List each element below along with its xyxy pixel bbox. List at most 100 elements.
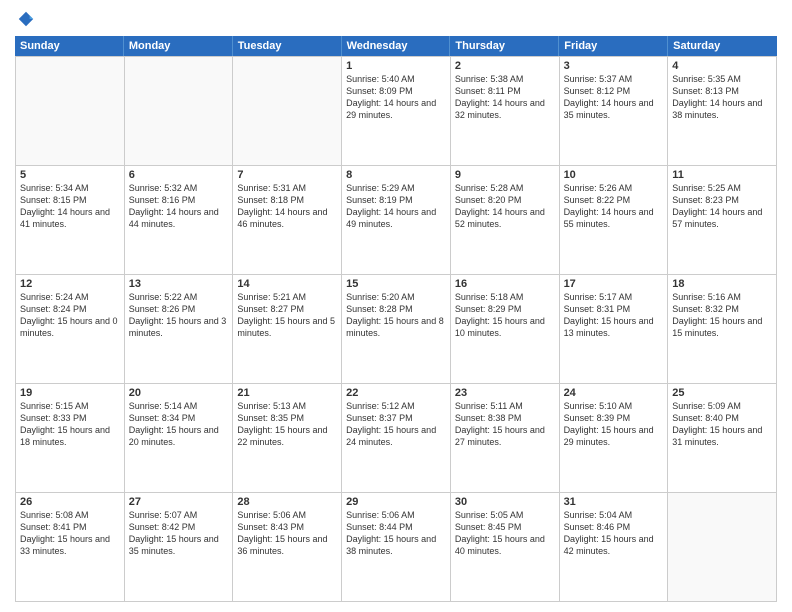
calendar: Sunday Monday Tuesday Wednesday Thursday… — [15, 36, 777, 602]
cell-text-5: Sunrise: 5:34 AMSunset: 8:15 PMDaylight:… — [20, 182, 120, 231]
cal-cell-2-5: 17Sunrise: 5:17 AMSunset: 8:31 PMDayligh… — [560, 275, 669, 384]
col-saturday: Saturday — [668, 36, 777, 56]
cell-text-25: Sunrise: 5:09 AMSunset: 8:40 PMDaylight:… — [672, 400, 772, 449]
day-number-20: 20 — [129, 387, 229, 399]
day-number-27: 27 — [129, 496, 229, 508]
cal-cell-1-2: 7Sunrise: 5:31 AMSunset: 8:18 PMDaylight… — [233, 166, 342, 275]
day-number-1: 1 — [346, 60, 446, 72]
day-number-9: 9 — [455, 169, 555, 181]
cell-text-12: Sunrise: 5:24 AMSunset: 8:24 PMDaylight:… — [20, 291, 120, 340]
cell-text-10: Sunrise: 5:26 AMSunset: 8:22 PMDaylight:… — [564, 182, 664, 231]
cell-text-7: Sunrise: 5:31 AMSunset: 8:18 PMDaylight:… — [237, 182, 337, 231]
cal-cell-2-3: 15Sunrise: 5:20 AMSunset: 8:28 PMDayligh… — [342, 275, 451, 384]
day-number-31: 31 — [564, 496, 664, 508]
cal-row-2: 12Sunrise: 5:24 AMSunset: 8:24 PMDayligh… — [16, 275, 777, 384]
cal-row-1: 5Sunrise: 5:34 AMSunset: 8:15 PMDaylight… — [16, 166, 777, 275]
day-number-7: 7 — [237, 169, 337, 181]
calendar-header: Sunday Monday Tuesday Wednesday Thursday… — [15, 36, 777, 56]
cell-text-9: Sunrise: 5:28 AMSunset: 8:20 PMDaylight:… — [455, 182, 555, 231]
cal-cell-2-1: 13Sunrise: 5:22 AMSunset: 8:26 PMDayligh… — [125, 275, 234, 384]
cal-row-3: 19Sunrise: 5:15 AMSunset: 8:33 PMDayligh… — [16, 384, 777, 493]
header — [15, 10, 777, 28]
cell-text-26: Sunrise: 5:08 AMSunset: 8:41 PMDaylight:… — [20, 509, 120, 558]
day-number-29: 29 — [346, 496, 446, 508]
cal-cell-1-1: 6Sunrise: 5:32 AMSunset: 8:16 PMDaylight… — [125, 166, 234, 275]
day-number-14: 14 — [237, 278, 337, 290]
day-number-26: 26 — [20, 496, 120, 508]
cell-text-23: Sunrise: 5:11 AMSunset: 8:38 PMDaylight:… — [455, 400, 555, 449]
day-number-8: 8 — [346, 169, 446, 181]
cell-text-2: Sunrise: 5:38 AMSunset: 8:11 PMDaylight:… — [455, 73, 555, 122]
day-number-24: 24 — [564, 387, 664, 399]
col-friday: Friday — [559, 36, 668, 56]
day-number-12: 12 — [20, 278, 120, 290]
col-thursday: Thursday — [450, 36, 559, 56]
cal-cell-2-2: 14Sunrise: 5:21 AMSunset: 8:27 PMDayligh… — [233, 275, 342, 384]
cal-cell-3-0: 19Sunrise: 5:15 AMSunset: 8:33 PMDayligh… — [16, 384, 125, 493]
cell-text-13: Sunrise: 5:22 AMSunset: 8:26 PMDaylight:… — [129, 291, 229, 340]
day-number-21: 21 — [237, 387, 337, 399]
cal-cell-1-6: 11Sunrise: 5:25 AMSunset: 8:23 PMDayligh… — [668, 166, 777, 275]
cal-cell-3-3: 22Sunrise: 5:12 AMSunset: 8:37 PMDayligh… — [342, 384, 451, 493]
col-wednesday: Wednesday — [342, 36, 451, 56]
day-number-22: 22 — [346, 387, 446, 399]
page: Sunday Monday Tuesday Wednesday Thursday… — [0, 0, 792, 612]
cell-text-30: Sunrise: 5:05 AMSunset: 8:45 PMDaylight:… — [455, 509, 555, 558]
calendar-body: 1Sunrise: 5:40 AMSunset: 8:09 PMDaylight… — [15, 56, 777, 602]
cal-cell-1-0: 5Sunrise: 5:34 AMSunset: 8:15 PMDaylight… — [16, 166, 125, 275]
cal-cell-1-4: 9Sunrise: 5:28 AMSunset: 8:20 PMDaylight… — [451, 166, 560, 275]
cal-cell-4-6 — [668, 493, 777, 602]
cell-text-20: Sunrise: 5:14 AMSunset: 8:34 PMDaylight:… — [129, 400, 229, 449]
cell-text-3: Sunrise: 5:37 AMSunset: 8:12 PMDaylight:… — [564, 73, 664, 122]
cell-text-18: Sunrise: 5:16 AMSunset: 8:32 PMDaylight:… — [672, 291, 772, 340]
col-tuesday: Tuesday — [233, 36, 342, 56]
cal-cell-4-0: 26Sunrise: 5:08 AMSunset: 8:41 PMDayligh… — [16, 493, 125, 602]
day-number-28: 28 — [237, 496, 337, 508]
cal-cell-3-4: 23Sunrise: 5:11 AMSunset: 8:38 PMDayligh… — [451, 384, 560, 493]
logo — [15, 10, 35, 28]
cal-cell-2-0: 12Sunrise: 5:24 AMSunset: 8:24 PMDayligh… — [16, 275, 125, 384]
cal-row-4: 26Sunrise: 5:08 AMSunset: 8:41 PMDayligh… — [16, 493, 777, 602]
col-sunday: Sunday — [15, 36, 124, 56]
cal-cell-0-5: 3Sunrise: 5:37 AMSunset: 8:12 PMDaylight… — [560, 57, 669, 166]
cal-cell-0-1 — [125, 57, 234, 166]
cell-text-14: Sunrise: 5:21 AMSunset: 8:27 PMDaylight:… — [237, 291, 337, 340]
cal-cell-4-4: 30Sunrise: 5:05 AMSunset: 8:45 PMDayligh… — [451, 493, 560, 602]
logo-icon — [17, 10, 35, 28]
cal-cell-0-3: 1Sunrise: 5:40 AMSunset: 8:09 PMDaylight… — [342, 57, 451, 166]
day-number-23: 23 — [455, 387, 555, 399]
col-monday: Monday — [124, 36, 233, 56]
cell-text-31: Sunrise: 5:04 AMSunset: 8:46 PMDaylight:… — [564, 509, 664, 558]
cell-text-4: Sunrise: 5:35 AMSunset: 8:13 PMDaylight:… — [672, 73, 772, 122]
day-number-30: 30 — [455, 496, 555, 508]
day-number-16: 16 — [455, 278, 555, 290]
cell-text-22: Sunrise: 5:12 AMSunset: 8:37 PMDaylight:… — [346, 400, 446, 449]
cal-cell-3-2: 21Sunrise: 5:13 AMSunset: 8:35 PMDayligh… — [233, 384, 342, 493]
cell-text-24: Sunrise: 5:10 AMSunset: 8:39 PMDaylight:… — [564, 400, 664, 449]
day-number-15: 15 — [346, 278, 446, 290]
cell-text-17: Sunrise: 5:17 AMSunset: 8:31 PMDaylight:… — [564, 291, 664, 340]
day-number-2: 2 — [455, 60, 555, 72]
cal-cell-2-6: 18Sunrise: 5:16 AMSunset: 8:32 PMDayligh… — [668, 275, 777, 384]
cell-text-15: Sunrise: 5:20 AMSunset: 8:28 PMDaylight:… — [346, 291, 446, 340]
cal-cell-3-1: 20Sunrise: 5:14 AMSunset: 8:34 PMDayligh… — [125, 384, 234, 493]
cell-text-11: Sunrise: 5:25 AMSunset: 8:23 PMDaylight:… — [672, 182, 772, 231]
day-number-17: 17 — [564, 278, 664, 290]
cell-text-16: Sunrise: 5:18 AMSunset: 8:29 PMDaylight:… — [455, 291, 555, 340]
cal-cell-4-3: 29Sunrise: 5:06 AMSunset: 8:44 PMDayligh… — [342, 493, 451, 602]
cal-row-0: 1Sunrise: 5:40 AMSunset: 8:09 PMDaylight… — [16, 57, 777, 166]
cal-cell-0-0 — [16, 57, 125, 166]
cell-text-27: Sunrise: 5:07 AMSunset: 8:42 PMDaylight:… — [129, 509, 229, 558]
cell-text-28: Sunrise: 5:06 AMSunset: 8:43 PMDaylight:… — [237, 509, 337, 558]
cal-cell-0-6: 4Sunrise: 5:35 AMSunset: 8:13 PMDaylight… — [668, 57, 777, 166]
cal-cell-4-5: 31Sunrise: 5:04 AMSunset: 8:46 PMDayligh… — [560, 493, 669, 602]
cal-cell-0-4: 2Sunrise: 5:38 AMSunset: 8:11 PMDaylight… — [451, 57, 560, 166]
day-number-10: 10 — [564, 169, 664, 181]
day-number-11: 11 — [672, 169, 772, 181]
cal-cell-1-5: 10Sunrise: 5:26 AMSunset: 8:22 PMDayligh… — [560, 166, 669, 275]
day-number-6: 6 — [129, 169, 229, 181]
cal-cell-3-5: 24Sunrise: 5:10 AMSunset: 8:39 PMDayligh… — [560, 384, 669, 493]
cal-cell-4-1: 27Sunrise: 5:07 AMSunset: 8:42 PMDayligh… — [125, 493, 234, 602]
cell-text-21: Sunrise: 5:13 AMSunset: 8:35 PMDaylight:… — [237, 400, 337, 449]
cal-cell-0-2 — [233, 57, 342, 166]
